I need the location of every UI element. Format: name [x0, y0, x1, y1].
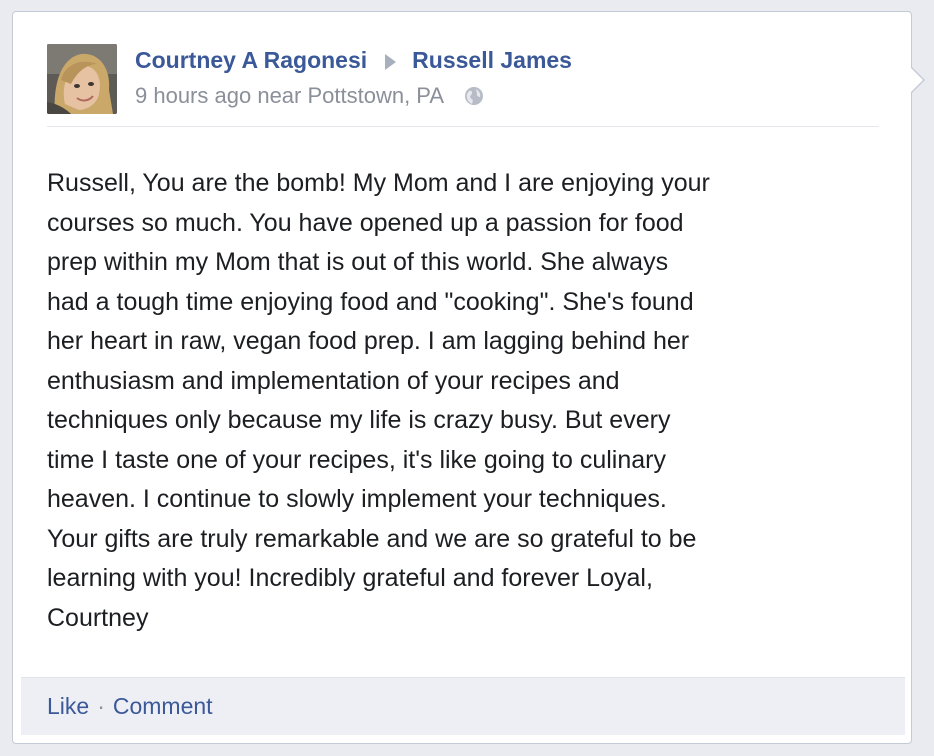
- post-message: Russell, You are the bomb! My Mom and I …: [47, 169, 710, 632]
- post-meta: 9 hours ago near Pottstown, PA: [135, 82, 485, 110]
- header-divider: [47, 126, 879, 127]
- post-actions-bar: Like · Comment: [21, 677, 905, 735]
- like-link[interactable]: Like: [47, 693, 89, 719]
- bubble-pointer-fill: [911, 68, 923, 92]
- author-link[interactable]: Courtney A Ragonesi: [135, 47, 367, 73]
- comment-link[interactable]: Comment: [113, 693, 213, 719]
- action-separator: ·: [97, 693, 105, 719]
- avatar[interactable]: [47, 44, 117, 114]
- location-text: near Pottstown, PA: [257, 83, 443, 108]
- recipient-link[interactable]: Russell James: [412, 47, 572, 73]
- post-card: Courtney A Ragonesi Russell James 9 hours…: [12, 11, 925, 744]
- post-header-names: Courtney A Ragonesi Russell James: [135, 46, 572, 74]
- post-actions: Like · Comment: [47, 691, 213, 721]
- arrow-right-icon: [385, 54, 397, 70]
- timestamp-link[interactable]: 9 hours ago: [135, 83, 251, 108]
- avatar-photo: [47, 44, 117, 114]
- globe-icon[interactable]: [463, 85, 485, 107]
